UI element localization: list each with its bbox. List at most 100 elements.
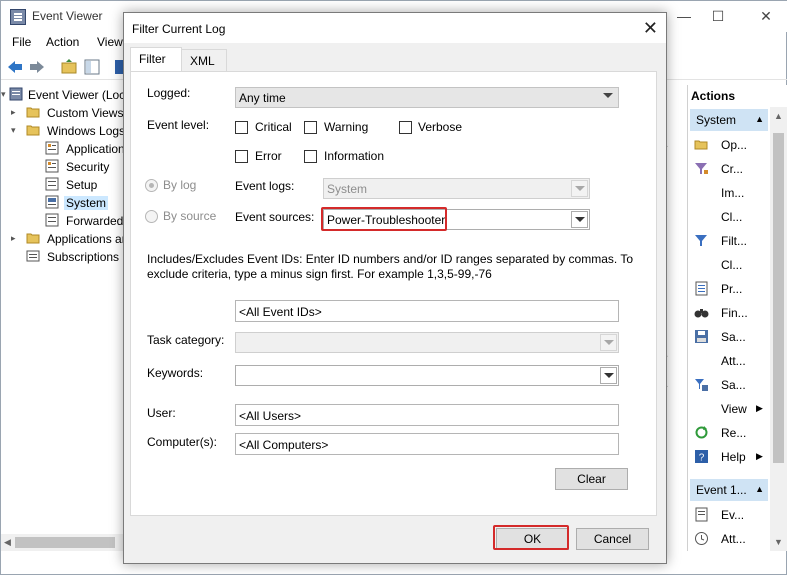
action-clear-filter[interactable]: Cl... xyxy=(694,255,772,275)
keywords-dropdown[interactable] xyxy=(235,365,619,386)
tab-filter[interactable]: Filter xyxy=(130,47,182,72)
scroll-down-icon[interactable]: ▼ xyxy=(774,537,783,547)
action-save-filtered-log[interactable]: Sa... xyxy=(694,327,772,347)
chevron-down-icon[interactable] xyxy=(571,211,588,228)
back-icon[interactable] xyxy=(7,59,23,75)
scroll-left-icon[interactable]: ◀ xyxy=(4,537,11,548)
log-icon xyxy=(45,159,59,173)
tree-label: Custom Views xyxy=(47,106,124,120)
tree-item-setup[interactable]: Setup xyxy=(1,176,125,194)
logged-dropdown[interactable]: Any time xyxy=(235,87,619,108)
window-close-button[interactable]: ✕ xyxy=(751,5,781,27)
binoculars-icon xyxy=(694,309,709,318)
tab-xml[interactable]: XML xyxy=(181,49,227,71)
event-sources-label: Event sources: xyxy=(235,210,315,224)
menu-view[interactable]: View xyxy=(97,35,123,49)
computer-label: Computer(s): xyxy=(147,435,218,449)
action-import-custom-view[interactable]: Im... xyxy=(694,183,772,203)
dialog-titlebar: Filter Current Log ✕ xyxy=(124,13,666,43)
critical-checkbox[interactable] xyxy=(235,121,248,134)
verbose-checkbox[interactable] xyxy=(399,121,412,134)
task-category-dropdown[interactable] xyxy=(235,332,619,353)
by-log-radio[interactable] xyxy=(145,179,158,192)
tree-item-event-viewer[interactable]: ▾ Event Viewer (Local) xyxy=(1,86,125,104)
window-title: Event Viewer xyxy=(32,9,103,23)
actions-vertical-scrollbar[interactable]: ▲ ▼ xyxy=(770,107,787,551)
action-create-custom-view[interactable]: Cr... xyxy=(694,159,772,179)
scroll-thumb[interactable] xyxy=(773,133,784,463)
expander-icon[interactable]: ▸ xyxy=(11,107,16,118)
by-source-radio[interactable] xyxy=(145,210,158,223)
event-ids-input[interactable]: <All Event IDs> xyxy=(235,300,619,322)
highlight-event-sources xyxy=(321,207,447,231)
action-view[interactable]: View ▶ xyxy=(694,399,772,419)
action-label: View xyxy=(721,402,747,416)
menu-file[interactable]: File xyxy=(12,35,31,49)
event-logs-dropdown[interactable]: System xyxy=(323,178,590,199)
expander-icon[interactable]: ▸ xyxy=(11,233,16,244)
tree-item-subscriptions[interactable]: Subscriptions xyxy=(1,248,125,266)
tree-item-security[interactable]: Security xyxy=(1,158,125,176)
action-filter-current-log[interactable]: Filt... xyxy=(694,231,772,251)
user-input[interactable]: <All Users> xyxy=(235,404,619,426)
action-label: Re... xyxy=(721,426,747,440)
tree-item-custom-views[interactable]: ▸ Custom Views xyxy=(1,104,125,122)
action-properties[interactable]: Pr... xyxy=(694,279,772,299)
action-attach-task[interactable]: Att... xyxy=(694,351,772,371)
tree-label: Application xyxy=(66,142,125,156)
action-help[interactable]: ? Help ▶ xyxy=(694,447,772,467)
action-find[interactable]: Fin... xyxy=(694,303,772,323)
tree-item-system[interactable]: System xyxy=(1,194,125,212)
tree-item-application[interactable]: Application xyxy=(1,140,125,158)
action-save-filter[interactable]: Sa... xyxy=(694,375,772,395)
collapse-arrow-icon[interactable]: ▲ xyxy=(755,484,764,494)
action-label: Att... xyxy=(721,532,746,546)
scroll-up-icon[interactable]: ▲ xyxy=(774,111,783,121)
tree-item-windows-logs[interactable]: ▾ Windows Logs xyxy=(1,122,125,140)
action-clear-log[interactable]: Cl... xyxy=(694,207,772,227)
action-label: Sa... xyxy=(721,378,746,392)
log-icon xyxy=(45,141,59,155)
tab-label: XML xyxy=(190,54,215,68)
error-checkbox[interactable] xyxy=(235,150,248,163)
collapse-arrow-icon[interactable]: ▲ xyxy=(755,114,764,124)
tree-label: Setup xyxy=(66,178,98,192)
tree-item-applications-services[interactable]: ▸ Applications and Services Logs xyxy=(1,230,125,248)
tree-label: Forwarded Events xyxy=(66,214,125,228)
help-icon: ? xyxy=(695,450,708,464)
folder-up-icon[interactable] xyxy=(61,59,77,75)
save-icon xyxy=(695,330,708,343)
tree-label: System xyxy=(64,196,109,210)
dialog-close-button[interactable]: ✕ xyxy=(643,18,658,39)
tree-item-forwarded-events[interactable]: Forwarded Events xyxy=(1,212,125,230)
tree-horizontal-scrollbar[interactable]: ◀ xyxy=(1,534,125,551)
action-label: Cr... xyxy=(721,162,744,176)
critical-label: Critical xyxy=(255,120,292,134)
maximize-button[interactable]: ☐ xyxy=(703,5,733,27)
scroll-thumb[interactable] xyxy=(15,537,115,548)
information-checkbox[interactable] xyxy=(304,150,317,163)
folder-icon xyxy=(26,233,40,244)
tree-label: Event Viewer (Local) xyxy=(28,88,125,102)
minimize-button[interactable]: — xyxy=(669,5,699,27)
action-label: Ev... xyxy=(721,508,745,522)
chevron-down-icon[interactable] xyxy=(600,367,617,384)
action-open-saved-log[interactable]: Op... xyxy=(694,135,772,155)
action-attach-task-event[interactable]: Att... xyxy=(694,529,772,549)
group-label: System xyxy=(696,113,737,127)
clear-button[interactable]: Clear xyxy=(555,468,628,490)
forward-icon[interactable] xyxy=(29,59,45,75)
action-label: Cl... xyxy=(721,210,743,224)
warning-checkbox[interactable] xyxy=(304,121,317,134)
cancel-button[interactable]: Cancel xyxy=(576,528,649,550)
action-event-properties[interactable]: Ev... xyxy=(694,505,772,525)
actions-group-event[interactable]: Event 1... ▲ xyxy=(690,479,768,501)
filter-icon xyxy=(695,235,707,246)
show-hide-tree-icon[interactable] xyxy=(84,59,100,75)
computer-input[interactable]: <All Computers> xyxy=(235,433,619,455)
action-refresh[interactable]: Re... xyxy=(694,423,772,443)
actions-group-system[interactable]: System ▲ xyxy=(690,109,768,131)
expander-icon[interactable]: ▾ xyxy=(11,125,16,136)
menu-action[interactable]: Action xyxy=(46,35,79,49)
expander-icon[interactable]: ▾ xyxy=(1,89,6,100)
